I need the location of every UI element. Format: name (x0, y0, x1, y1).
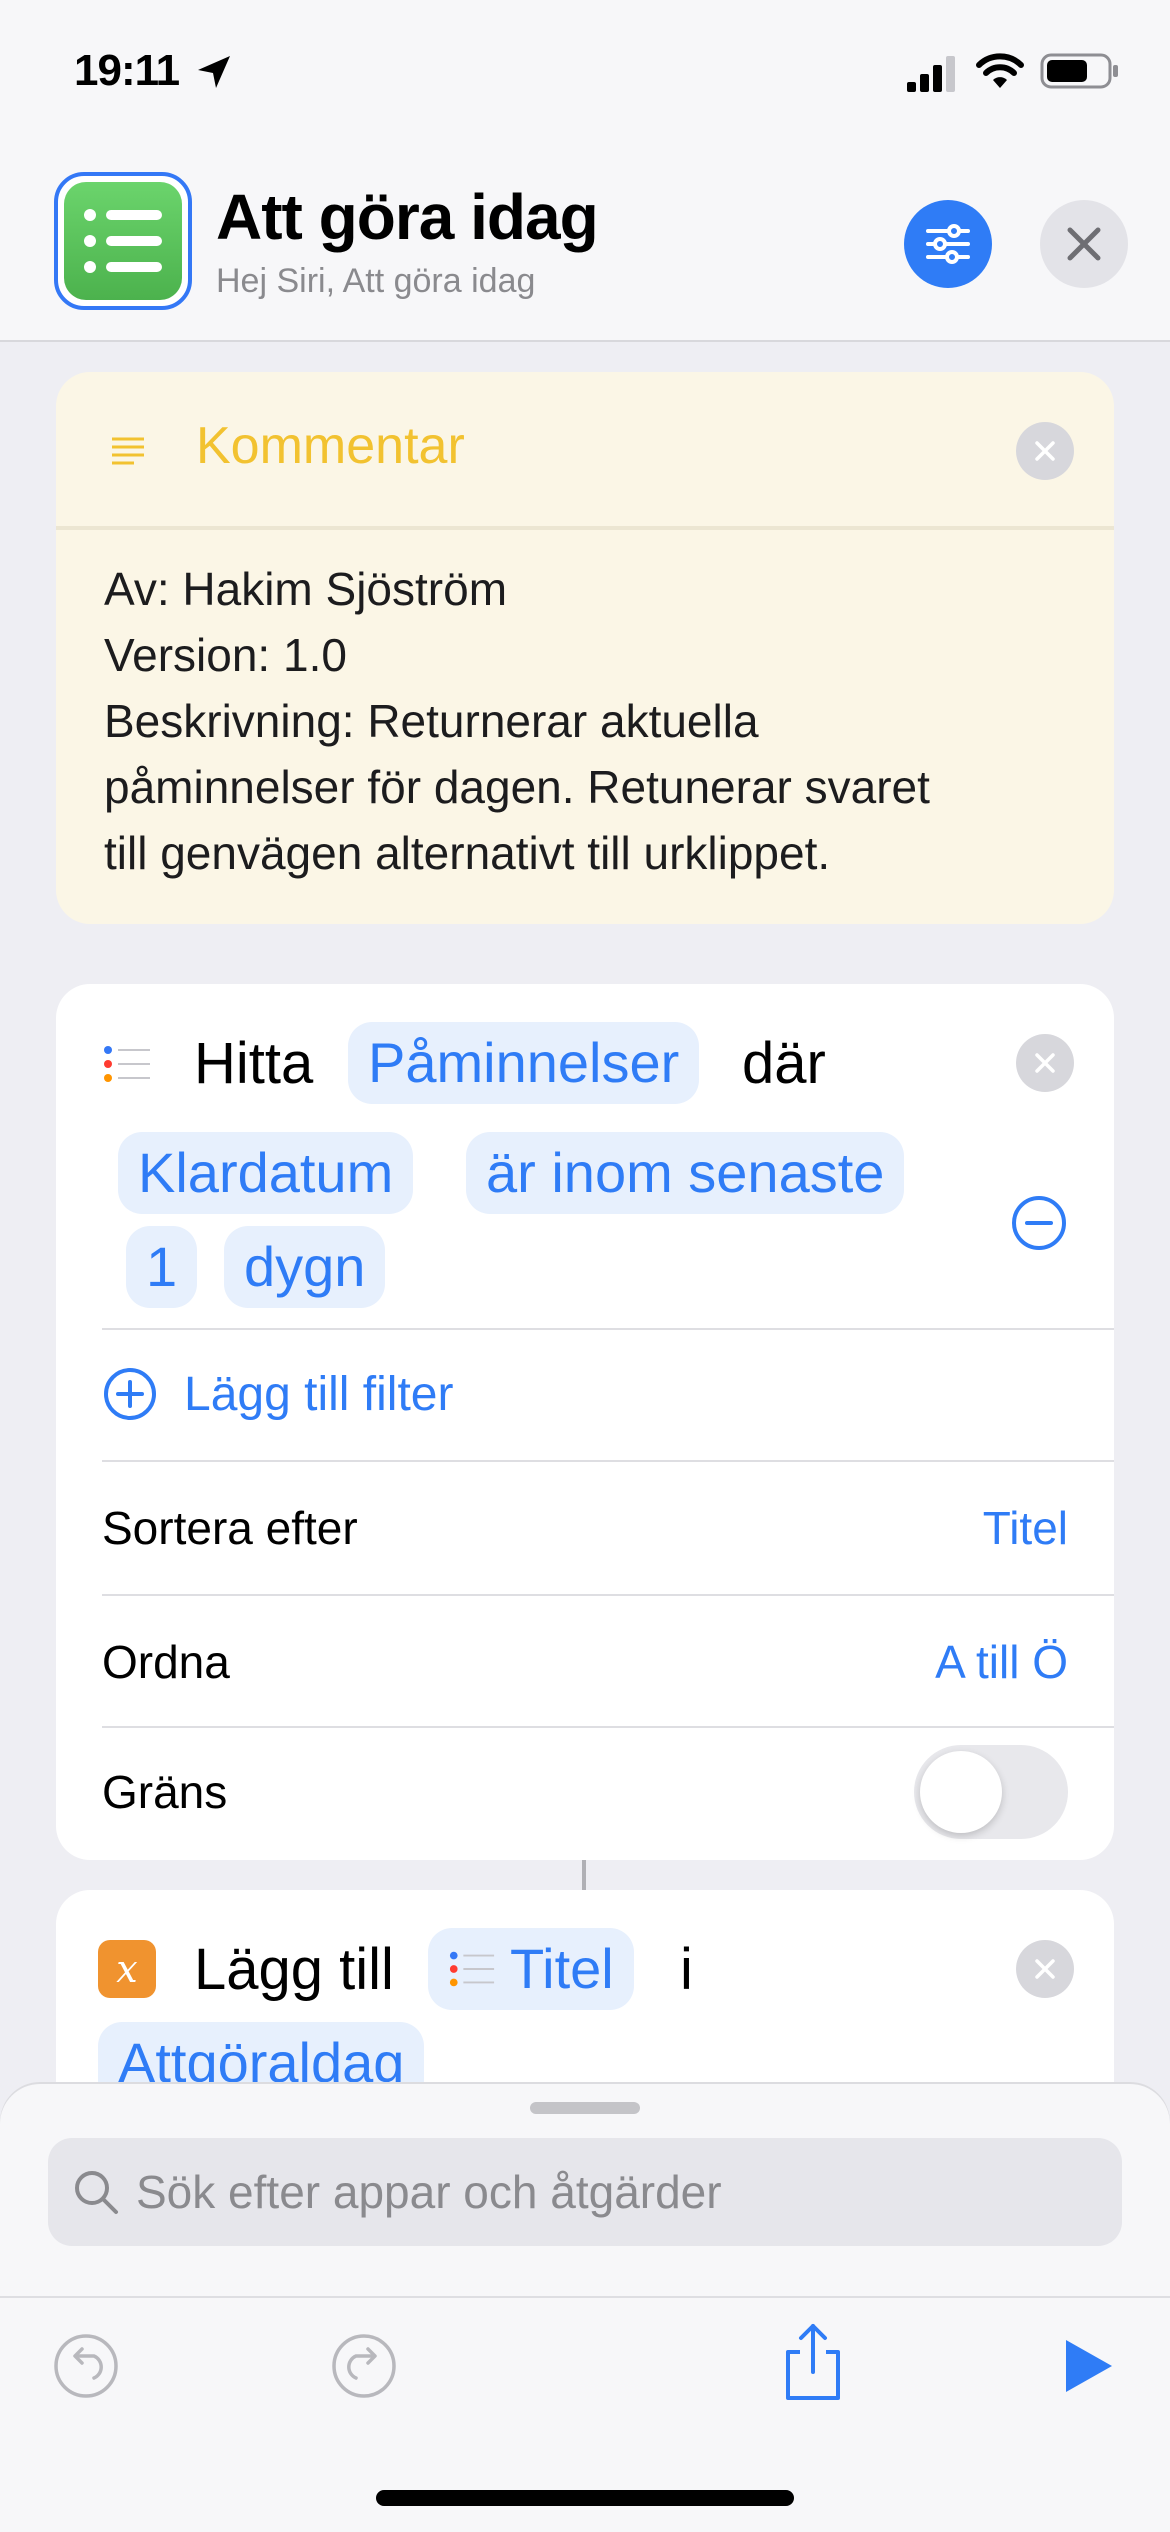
comment-action-card[interactable]: Kommentar Av: Hakim Sjöström Version: 1.… (56, 372, 1114, 924)
close-icon (1067, 227, 1101, 261)
close-button[interactable] (1040, 200, 1128, 288)
sheet-grabber[interactable] (530, 2102, 640, 2114)
siri-phrase: Hej Siri, Att göra idag (216, 262, 536, 300)
wifi-icon (976, 53, 1024, 88)
preposition-label: i (680, 1937, 693, 2002)
filter-field-chip[interactable]: Klardatum (118, 1132, 414, 1214)
plus-circle-icon (104, 1368, 156, 1420)
comment-line: Av: Hakim Sjöström (104, 563, 508, 615)
cellular-signal-icon (907, 56, 955, 92)
comment-lines-icon (112, 437, 144, 465)
reminders-list-icon (449, 1951, 495, 1987)
settings-button[interactable] (904, 200, 992, 288)
battery-icon (1040, 53, 1118, 89)
limit-row: Gräns (102, 1726, 1068, 1858)
action-verb: Hitta (194, 1031, 314, 1096)
where-label: där (742, 1031, 826, 1096)
filter-unit-chip[interactable]: dygn (224, 1226, 386, 1308)
close-icon (1035, 1959, 1055, 1979)
comment-text[interactable]: Av: Hakim Sjöström Version: 1.0 Beskrivn… (56, 530, 1114, 886)
action-connector (582, 1860, 586, 1890)
location-arrow-icon (198, 56, 230, 88)
search-placeholder: Sök efter appar och åtgärder (136, 2166, 722, 2218)
redo-icon[interactable] (328, 2330, 400, 2402)
sort-value[interactable]: Titel (983, 1501, 1068, 1555)
action-verb: Lägg till (194, 1937, 394, 2002)
order-row[interactable]: Ordna A till Ö (102, 1596, 1068, 1728)
limit-toggle[interactable] (914, 1745, 1068, 1839)
filter-operator-chip[interactable]: är inom senaste (466, 1132, 905, 1214)
add-filter-button[interactable]: Lägg till filter (102, 1352, 453, 1436)
share-icon[interactable] (776, 2320, 850, 2404)
close-icon (1035, 441, 1055, 461)
play-icon[interactable] (1060, 2336, 1116, 2396)
status-time: 19:11 (74, 46, 180, 95)
comment-line: Beskrivning: Returnerar aktuella (104, 695, 759, 747)
add-filter-label: Lägg till filter (184, 1367, 454, 1421)
item-chip[interactable]: Titel (428, 1928, 634, 2010)
comment-title: Kommentar (196, 417, 465, 475)
find-reminders-action-card[interactable]: Hitta Påminnelser där Klardatum är inom … (56, 984, 1114, 1860)
close-icon (1035, 1053, 1055, 1073)
remove-comment-button[interactable] (1016, 422, 1074, 480)
comment-line: påminnelser för dagen. Retunerar svaret (104, 761, 930, 813)
search-input[interactable]: Sök efter appar och åtgärder (48, 2138, 1122, 2246)
order-value[interactable]: A till Ö (935, 1635, 1068, 1689)
remove-find-action-button[interactable] (1016, 1034, 1074, 1092)
entity-chip[interactable]: Påminnelser (348, 1022, 700, 1104)
limit-label: Gräns (102, 1766, 228, 1818)
comment-line: till genvägen alternativt till urklippet… (104, 827, 831, 879)
divider (102, 1328, 1114, 1330)
shortcut-title[interactable]: Att göra idag (216, 180, 599, 254)
home-indicator (376, 2490, 794, 2506)
sort-row[interactable]: Sortera efter Titel (102, 1462, 1068, 1594)
search-icon (75, 2171, 118, 2214)
reminders-list-icon (104, 1046, 150, 1082)
shortcut-header: Att göra idag Hej Siri, Att göra idag (0, 150, 1170, 342)
order-label: Ordna (102, 1636, 230, 1688)
variable-icon: x (98, 1940, 156, 1998)
comment-header: Kommentar (56, 372, 1114, 530)
filter-amount-chip[interactable]: 1 (126, 1226, 198, 1308)
status-bar: 19:11 (0, 0, 1170, 150)
list-icon (64, 182, 182, 300)
remove-filter-icon[interactable] (1010, 1194, 1068, 1252)
remove-add-action-button[interactable] (1016, 1940, 1074, 1998)
shortcut-icon-button[interactable] (54, 172, 192, 310)
undo-icon[interactable] (50, 2330, 122, 2402)
item-chip-label: Titel (510, 1937, 614, 2000)
comment-line: Version: 1.0 (104, 629, 347, 681)
sliders-icon (926, 224, 970, 264)
sort-label: Sortera efter (102, 1502, 358, 1554)
